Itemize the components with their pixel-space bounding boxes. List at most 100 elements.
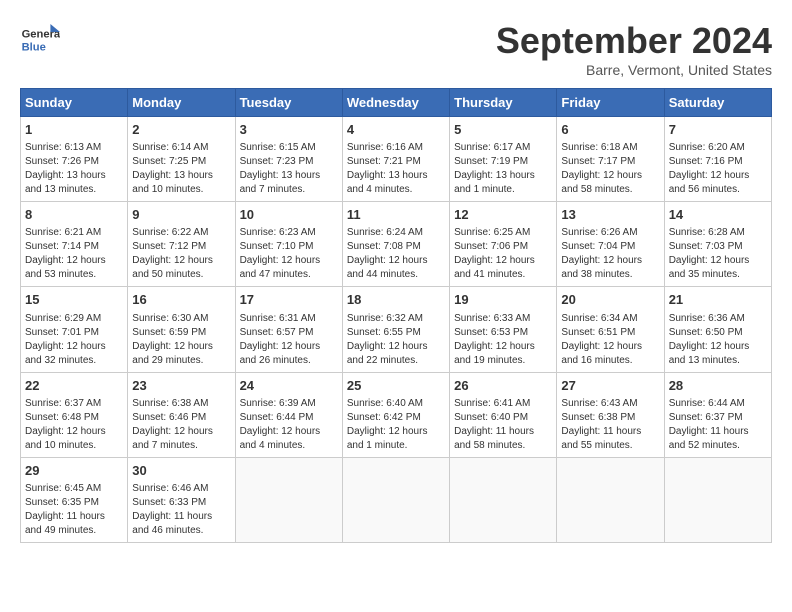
- day-detail: Sunrise: 6:41 AM Sunset: 6:40 PM Dayligh…: [454, 397, 552, 453]
- calendar-cell: 2 Sunrise: 6:14 AM Sunset: 7:25 PM Daylig…: [128, 117, 235, 202]
- calendar-cell: 19 Sunrise: 6:33 AM Sunset: 6:53 PM Dayli…: [450, 287, 557, 372]
- calendar-cell: [664, 457, 771, 542]
- day-number: 19: [454, 291, 552, 309]
- calendar-cell: 8Sunrise: 6:21 AM Sunset: 7:14 PM Daylig…: [21, 202, 128, 287]
- day-detail: Sunrise: 6:23 AM Sunset: 7:10 PM Dayligh…: [240, 226, 338, 282]
- calendar-cell: 30Sunrise: 6:46 AM Sunset: 6:33 PM Dayli…: [128, 457, 235, 542]
- day-header-monday: Monday: [128, 89, 235, 117]
- day-detail: Sunrise: 6:20 AM Sunset: 7:16 PM Dayligh…: [669, 141, 767, 197]
- calendar-cell: 24 Sunrise: 6:39 AM Sunset: 6:44 PM Dayli…: [235, 372, 342, 457]
- day-header-friday: Friday: [557, 89, 664, 117]
- day-detail: Sunrise: 6:46 AM Sunset: 6:33 PM Dayligh…: [132, 482, 230, 538]
- day-number: 17: [240, 291, 338, 309]
- day-detail: Sunrise: 6:13 AM Sunset: 7:26 PM Dayligh…: [25, 141, 123, 197]
- calendar-cell: 27 Sunrise: 6:43 AM Sunset: 6:38 PM Dayli…: [557, 372, 664, 457]
- calendar-cell: 17 Sunrise: 6:31 AM Sunset: 6:57 PM Dayli…: [235, 287, 342, 372]
- day-number: 18: [347, 291, 445, 309]
- day-detail: Sunrise: 6:29 AM Sunset: 7:01 PM Dayligh…: [25, 312, 123, 368]
- day-header-sunday: Sunday: [21, 89, 128, 117]
- day-number: 20: [561, 291, 659, 309]
- svg-text:Blue: Blue: [22, 41, 46, 53]
- calendar-cell: [342, 457, 449, 542]
- calendar-cell: [557, 457, 664, 542]
- calendar-cell: 3 Sunrise: 6:15 AM Sunset: 7:23 PM Daylig…: [235, 117, 342, 202]
- day-number: 24: [240, 377, 338, 395]
- day-number: 27: [561, 377, 659, 395]
- calendar-cell: [450, 457, 557, 542]
- day-detail: Sunrise: 6:24 AM Sunset: 7:08 PM Dayligh…: [347, 226, 445, 282]
- calendar-cell: 29Sunrise: 6:45 AM Sunset: 6:35 PM Dayli…: [21, 457, 128, 542]
- day-detail: Sunrise: 6:44 AM Sunset: 6:37 PM Dayligh…: [669, 397, 767, 453]
- calendar-cell: 5 Sunrise: 6:17 AM Sunset: 7:19 PM Daylig…: [450, 117, 557, 202]
- calendar-cell: 12 Sunrise: 6:25 AM Sunset: 7:06 PM Dayli…: [450, 202, 557, 287]
- day-header-saturday: Saturday: [664, 89, 771, 117]
- calendar-cell: 23Sunrise: 6:38 AM Sunset: 6:46 PM Dayli…: [128, 372, 235, 457]
- calendar-header-row: SundayMondayTuesdayWednesdayThursdayFrid…: [21, 89, 772, 117]
- calendar-cell: 1 Sunrise: 6:13 AM Sunset: 7:26 PM Daylig…: [21, 117, 128, 202]
- day-number: 3: [240, 121, 338, 139]
- day-detail: Sunrise: 6:45 AM Sunset: 6:35 PM Dayligh…: [25, 482, 123, 538]
- day-number: 22: [25, 377, 123, 395]
- calendar-cell: 25 Sunrise: 6:40 AM Sunset: 6:42 PM Dayli…: [342, 372, 449, 457]
- calendar-cell: 4 Sunrise: 6:16 AM Sunset: 7:21 PM Daylig…: [342, 117, 449, 202]
- calendar-week-row: 1 Sunrise: 6:13 AM Sunset: 7:26 PM Daylig…: [21, 117, 772, 202]
- calendar-cell: 7 Sunrise: 6:20 AM Sunset: 7:16 PM Daylig…: [664, 117, 771, 202]
- day-detail: Sunrise: 6:17 AM Sunset: 7:19 PM Dayligh…: [454, 141, 552, 197]
- month-title: September 2024: [496, 20, 772, 62]
- calendar-cell: 22Sunrise: 6:37 AM Sunset: 6:48 PM Dayli…: [21, 372, 128, 457]
- calendar-cell: 14Sunrise: 6:28 AM Sunset: 7:03 PM Dayli…: [664, 202, 771, 287]
- day-number: 25: [347, 377, 445, 395]
- calendar-cell: 6Sunrise: 6:18 AM Sunset: 7:17 PM Daylig…: [557, 117, 664, 202]
- location-subtitle: Barre, Vermont, United States: [496, 62, 772, 78]
- day-number: 2: [132, 121, 230, 139]
- day-detail: Sunrise: 6:22 AM Sunset: 7:12 PM Dayligh…: [132, 226, 230, 282]
- day-detail: Sunrise: 6:18 AM Sunset: 7:17 PM Dayligh…: [561, 141, 659, 197]
- day-detail: Sunrise: 6:36 AM Sunset: 6:50 PM Dayligh…: [669, 312, 767, 368]
- day-detail: Sunrise: 6:15 AM Sunset: 7:23 PM Dayligh…: [240, 141, 338, 197]
- calendar-cell: 28Sunrise: 6:44 AM Sunset: 6:37 PM Dayli…: [664, 372, 771, 457]
- day-number: 15: [25, 291, 123, 309]
- calendar-cell: 13 Sunrise: 6:26 AM Sunset: 7:04 PM Dayli…: [557, 202, 664, 287]
- day-detail: Sunrise: 6:43 AM Sunset: 6:38 PM Dayligh…: [561, 397, 659, 453]
- day-number: 7: [669, 121, 767, 139]
- day-number: 13: [561, 206, 659, 224]
- logo: General Blue: [20, 20, 60, 60]
- page-header: General Blue September 2024 Barre, Vermo…: [20, 20, 772, 78]
- calendar-cell: 10Sunrise: 6:23 AM Sunset: 7:10 PM Dayli…: [235, 202, 342, 287]
- day-number: 16: [132, 291, 230, 309]
- day-detail: Sunrise: 6:33 AM Sunset: 6:53 PM Dayligh…: [454, 312, 552, 368]
- day-number: 5: [454, 121, 552, 139]
- day-number: 11: [347, 206, 445, 224]
- day-detail: Sunrise: 6:31 AM Sunset: 6:57 PM Dayligh…: [240, 312, 338, 368]
- calendar-week-row: 8Sunrise: 6:21 AM Sunset: 7:14 PM Daylig…: [21, 202, 772, 287]
- calendar-cell: 15 Sunrise: 6:29 AM Sunset: 7:01 PM Dayli…: [21, 287, 128, 372]
- calendar-cell: [235, 457, 342, 542]
- day-number: 1: [25, 121, 123, 139]
- day-detail: Sunrise: 6:30 AM Sunset: 6:59 PM Dayligh…: [132, 312, 230, 368]
- day-number: 4: [347, 121, 445, 139]
- day-number: 23: [132, 377, 230, 395]
- day-detail: Sunrise: 6:34 AM Sunset: 6:51 PM Dayligh…: [561, 312, 659, 368]
- calendar-cell: 26Sunrise: 6:41 AM Sunset: 6:40 PM Dayli…: [450, 372, 557, 457]
- calendar-cell: 18Sunrise: 6:32 AM Sunset: 6:55 PM Dayli…: [342, 287, 449, 372]
- day-detail: Sunrise: 6:28 AM Sunset: 7:03 PM Dayligh…: [669, 226, 767, 282]
- day-detail: Sunrise: 6:39 AM Sunset: 6:44 PM Dayligh…: [240, 397, 338, 453]
- day-number: 8: [25, 206, 123, 224]
- day-number: 9: [132, 206, 230, 224]
- day-header-wednesday: Wednesday: [342, 89, 449, 117]
- calendar-week-row: 22Sunrise: 6:37 AM Sunset: 6:48 PM Dayli…: [21, 372, 772, 457]
- day-detail: Sunrise: 6:14 AM Sunset: 7:25 PM Dayligh…: [132, 141, 230, 197]
- day-detail: Sunrise: 6:16 AM Sunset: 7:21 PM Dayligh…: [347, 141, 445, 197]
- calendar-week-row: 29Sunrise: 6:45 AM Sunset: 6:35 PM Dayli…: [21, 457, 772, 542]
- day-number: 21: [669, 291, 767, 309]
- title-block: September 2024 Barre, Vermont, United St…: [496, 20, 772, 78]
- day-number: 12: [454, 206, 552, 224]
- calendar-week-row: 15 Sunrise: 6:29 AM Sunset: 7:01 PM Dayli…: [21, 287, 772, 372]
- day-header-tuesday: Tuesday: [235, 89, 342, 117]
- day-detail: Sunrise: 6:25 AM Sunset: 7:06 PM Dayligh…: [454, 226, 552, 282]
- day-detail: Sunrise: 6:26 AM Sunset: 7:04 PM Dayligh…: [561, 226, 659, 282]
- calendar-table: SundayMondayTuesdayWednesdayThursdayFrid…: [20, 88, 772, 543]
- calendar-cell: 20 Sunrise: 6:34 AM Sunset: 6:51 PM Dayli…: [557, 287, 664, 372]
- day-detail: Sunrise: 6:40 AM Sunset: 6:42 PM Dayligh…: [347, 397, 445, 453]
- calendar-cell: 9 Sunrise: 6:22 AM Sunset: 7:12 PM Daylig…: [128, 202, 235, 287]
